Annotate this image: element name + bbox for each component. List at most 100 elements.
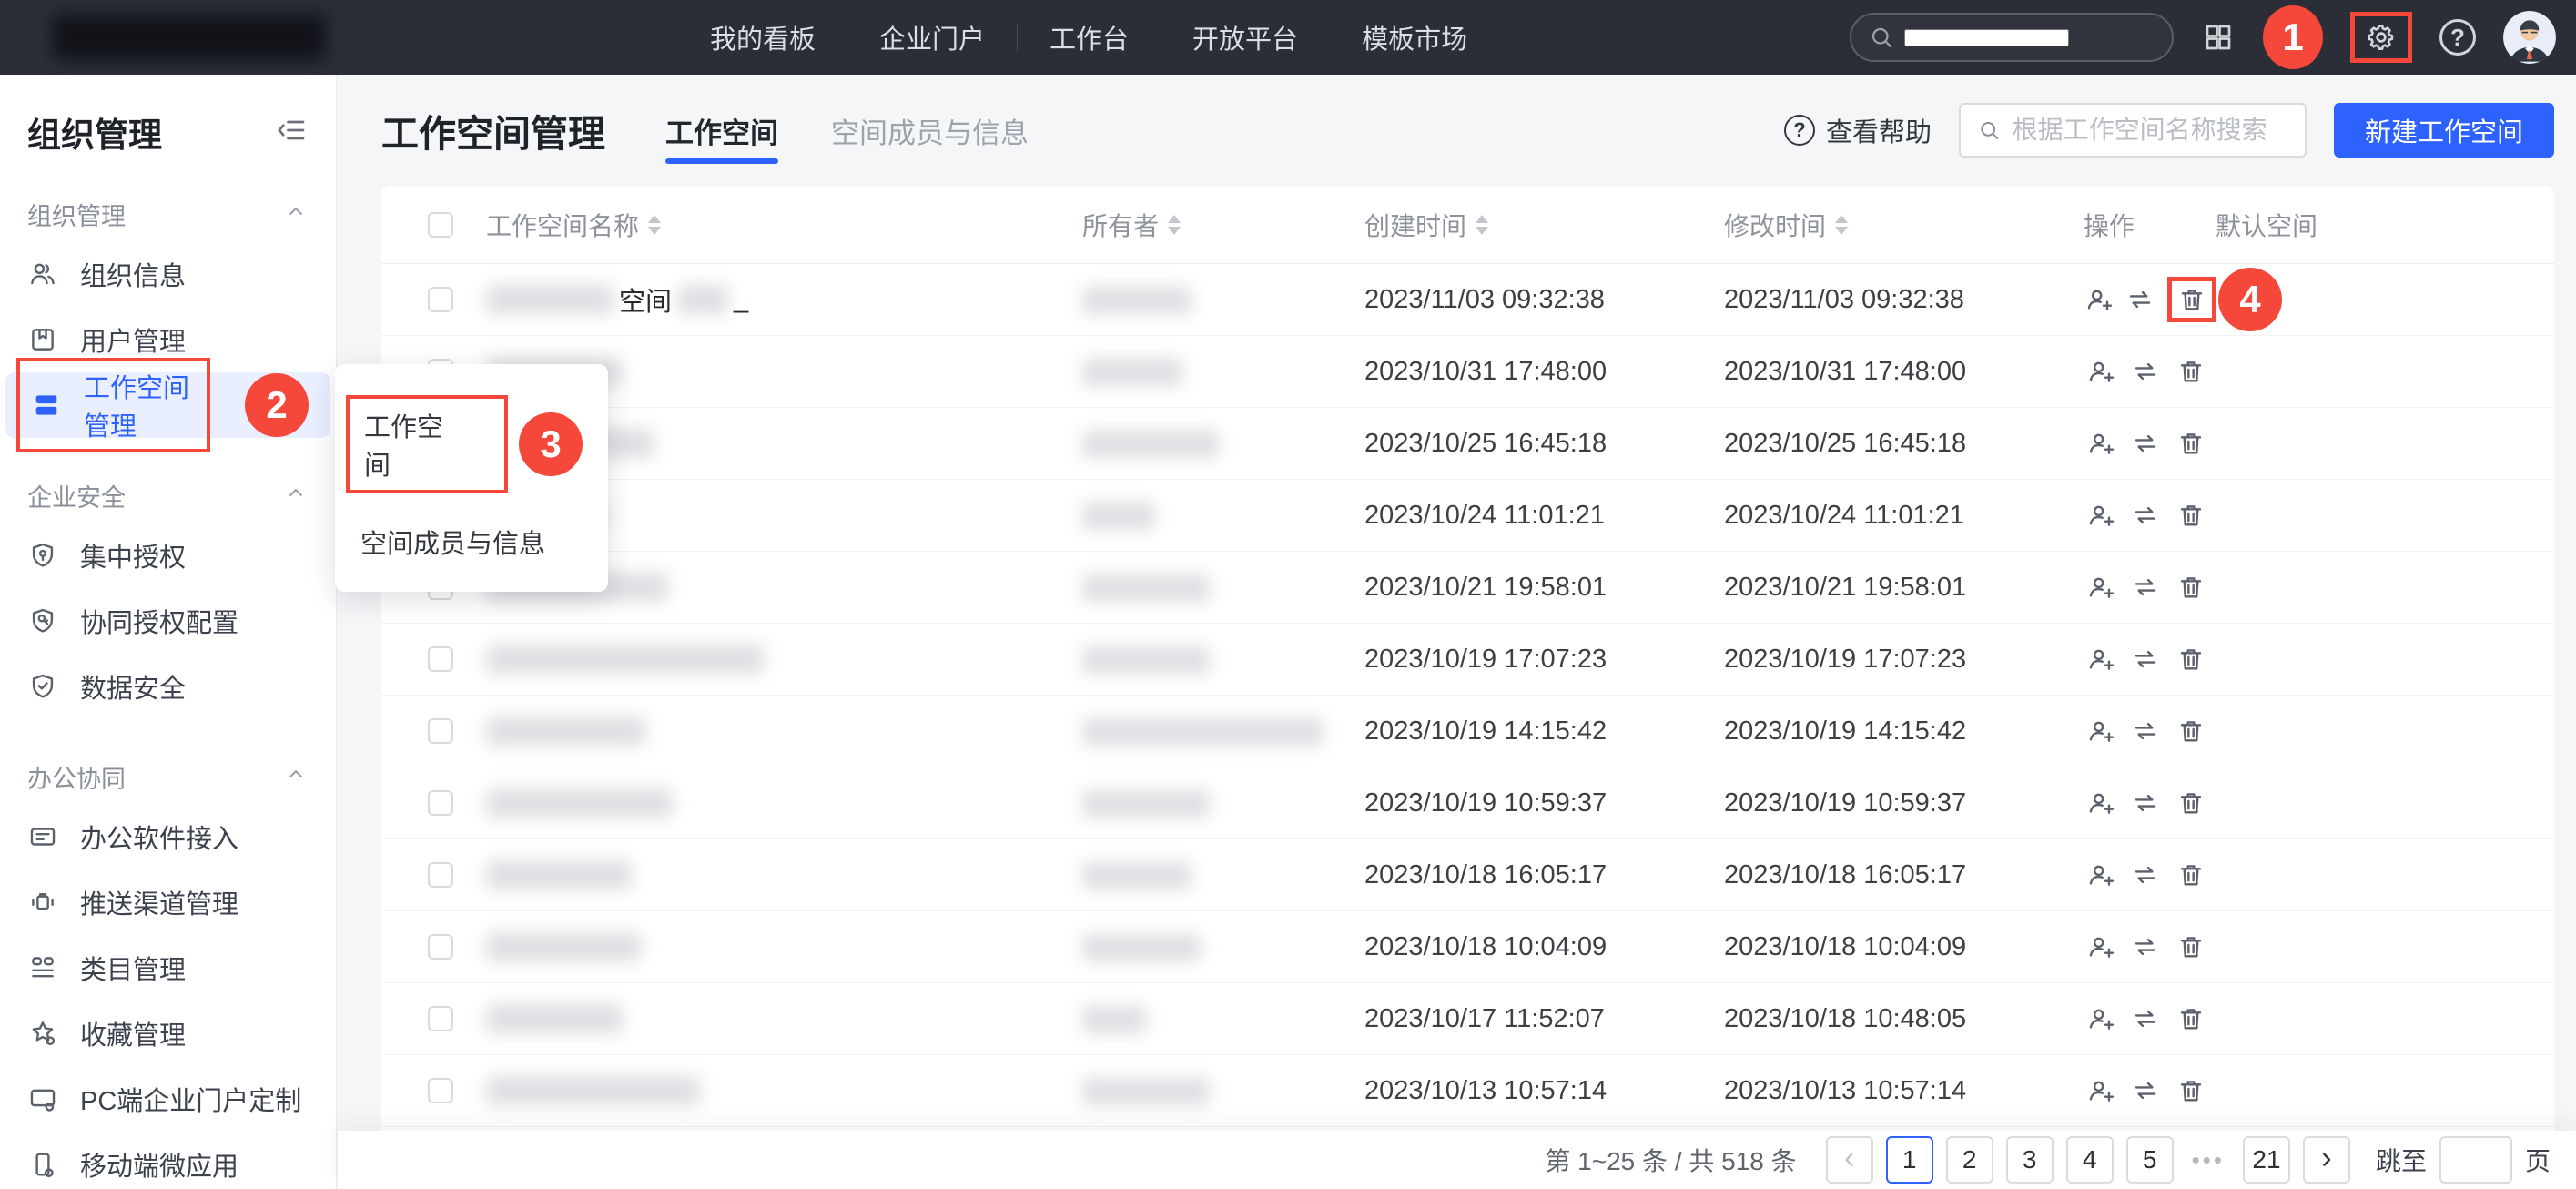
row-checkbox[interactable] (428, 790, 453, 816)
add-member-icon[interactable] (2084, 930, 2116, 963)
delete-icon[interactable] (2175, 859, 2207, 891)
add-member-icon[interactable] (2084, 715, 2116, 747)
delete-icon[interactable] (2175, 643, 2207, 676)
row-checkbox[interactable] (428, 862, 453, 888)
sort-icon[interactable] (1168, 215, 1181, 235)
sidebar-item[interactable]: 办公软件接入 (5, 804, 330, 869)
delete-icon[interactable] (2175, 715, 2207, 747)
gear-icon[interactable] (2364, 20, 2399, 55)
add-member-icon[interactable] (2084, 1074, 2116, 1107)
global-search[interactable] (1850, 13, 2174, 62)
delete-icon[interactable] (2175, 355, 2207, 388)
popup-menu-item[interactable]: 空间成员与信息 (335, 508, 608, 575)
sidebar-item[interactable]: 集中授权 (5, 523, 330, 588)
page-button[interactable]: 2 (1946, 1136, 1993, 1184)
transfer-owner-icon[interactable] (2129, 1074, 2162, 1107)
transfer-owner-icon[interactable] (2125, 283, 2155, 316)
page-button[interactable]: 4 (2066, 1136, 2114, 1184)
add-member-icon[interactable] (2084, 571, 2116, 604)
add-member-icon[interactable] (2084, 787, 2116, 819)
prev-page-button[interactable]: ‹ (1826, 1136, 1873, 1184)
transfer-owner-icon[interactable] (2129, 1002, 2162, 1035)
sidebar-group-label[interactable]: 组织管理 (0, 197, 336, 232)
view-help-link[interactable]: ? 查看帮助 (1784, 111, 1932, 149)
transfer-owner-icon[interactable] (2129, 427, 2162, 460)
transfer-owner-icon[interactable] (2129, 355, 2162, 388)
blurred-workspace-name (486, 1004, 623, 1033)
topnav-item[interactable]: 模板市场 (1330, 18, 1499, 56)
delete-icon[interactable] (2175, 787, 2207, 819)
page-ellipsis[interactable]: ••• (2186, 1146, 2230, 1174)
select-all-checkbox[interactable] (428, 212, 453, 238)
tab-inactive[interactable]: 空间成员与信息 (831, 75, 1029, 186)
sort-icon[interactable] (648, 215, 661, 235)
delete-icon[interactable] (2175, 1074, 2207, 1107)
row-checkbox[interactable] (428, 1078, 453, 1103)
add-member-icon[interactable] (2084, 859, 2116, 891)
sidebar-item[interactable]: PC端企业门户定制 (5, 1066, 330, 1132)
help-icon[interactable]: ? (2439, 19, 2476, 56)
column-header[interactable]: 创建时间 (1364, 207, 1724, 243)
row-checkbox[interactable] (428, 287, 453, 312)
jump-page-input[interactable] (2439, 1136, 2512, 1184)
transfer-owner-icon[interactable] (2129, 571, 2162, 604)
menu-fold-icon[interactable] (276, 114, 309, 151)
workspace-search[interactable] (1959, 103, 2307, 158)
sidebar-item[interactable]: 数据安全 (5, 654, 330, 719)
delete-icon[interactable] (2175, 571, 2207, 604)
row-checkbox[interactable] (428, 718, 453, 744)
transfer-owner-icon[interactable] (2129, 930, 2162, 963)
delete-icon[interactable] (2175, 930, 2207, 963)
next-page-button[interactable]: › (2303, 1136, 2350, 1184)
sort-icon[interactable] (1476, 215, 1488, 235)
page-button[interactable]: 3 (2006, 1136, 2054, 1184)
page-button[interactable]: 21 (2243, 1136, 2290, 1184)
add-member-icon[interactable] (2084, 1002, 2116, 1035)
row-checkbox[interactable] (428, 1006, 453, 1031)
transfer-owner-icon[interactable] (2129, 499, 2162, 532)
row-checkbox[interactable] (428, 934, 453, 960)
topnav-item[interactable]: 企业门户 (847, 18, 1017, 56)
delete-icon[interactable] (2175, 283, 2208, 316)
transfer-owner-icon[interactable] (2129, 859, 2162, 891)
column-header[interactable]: 工作空间名称 (486, 207, 1082, 243)
delete-icon[interactable] (2175, 1002, 2207, 1035)
actions-cell (2084, 1074, 2216, 1107)
sidebar-item[interactable]: 协同授权配置 (5, 588, 330, 654)
avatar[interactable] (2503, 11, 2556, 64)
column-header[interactable]: 所有者 (1082, 207, 1364, 243)
topnav-item[interactable]: 工作台 (1018, 18, 1161, 56)
transfer-owner-icon[interactable] (2129, 787, 2162, 819)
transfer-owner-icon[interactable] (2129, 715, 2162, 747)
sort-icon[interactable] (1835, 215, 1848, 235)
workspace-search-input[interactable] (2013, 116, 2288, 145)
apps-grid-icon[interactable] (2201, 20, 2236, 55)
sidebar-item-label: 办公软件接入 (80, 818, 238, 856)
page-button[interactable]: 5 (2126, 1136, 2174, 1184)
global-search-input[interactable] (1904, 29, 2069, 46)
add-member-icon[interactable] (2084, 427, 2116, 460)
popup-menu-item[interactable]: 工作空间3 (335, 381, 608, 508)
sidebar-item[interactable]: 工作空间管理2 (5, 372, 330, 438)
sidebar-item[interactable]: 推送渠道管理 (5, 869, 330, 935)
sidebar-item[interactable]: 组织信息 (5, 241, 330, 307)
add-member-icon[interactable] (2084, 283, 2113, 316)
create-workspace-button[interactable]: 新建工作空间 (2334, 103, 2554, 158)
sidebar-item[interactable]: 移动端微应用 (5, 1132, 330, 1189)
delete-icon[interactable] (2175, 499, 2207, 532)
add-member-icon[interactable] (2084, 499, 2116, 532)
sidebar-group-label[interactable]: 办公协同 (0, 759, 336, 795)
transfer-owner-icon[interactable] (2129, 643, 2162, 676)
page-button[interactable]: 1 (1886, 1136, 1933, 1184)
topnav-item[interactable]: 开放平台 (1161, 18, 1330, 56)
sidebar-group-label[interactable]: 企业安全 (0, 478, 336, 513)
add-member-icon[interactable] (2084, 355, 2116, 388)
row-checkbox[interactable] (428, 646, 453, 672)
column-header[interactable]: 修改时间 (1724, 207, 2084, 243)
add-member-icon[interactable] (2084, 643, 2116, 676)
topnav-item[interactable]: 我的看板 (678, 18, 847, 56)
sidebar-item[interactable]: 类目管理 (5, 935, 330, 1001)
tab-active[interactable]: 工作空间 (665, 75, 778, 186)
delete-icon[interactable] (2175, 427, 2207, 460)
sidebar-item[interactable]: 收藏管理 (5, 1001, 330, 1066)
